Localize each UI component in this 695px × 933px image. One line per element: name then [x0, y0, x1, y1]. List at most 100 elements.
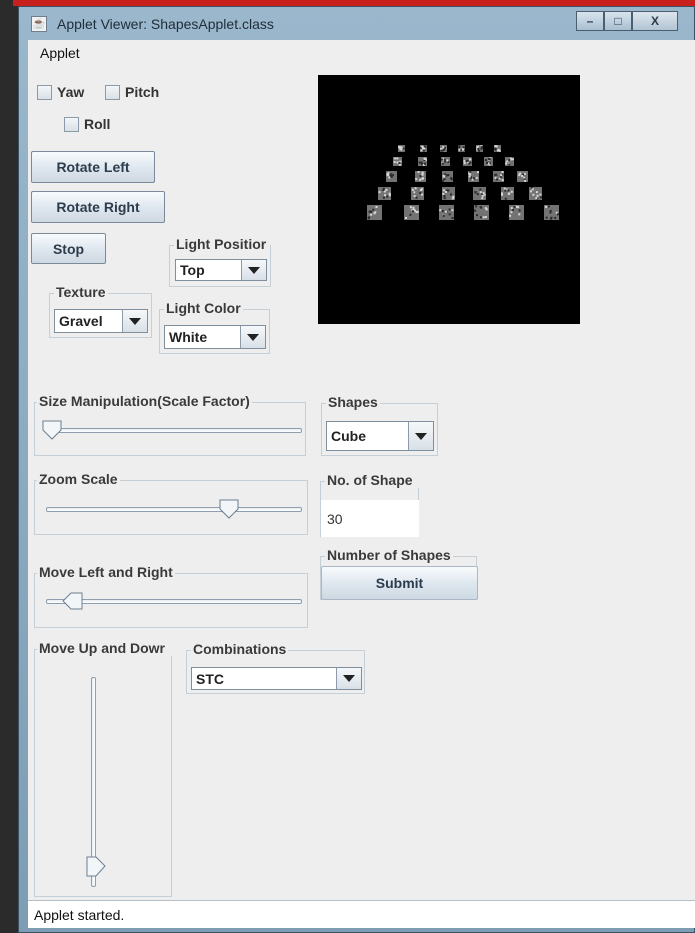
cube-texture-speck — [550, 217, 552, 220]
light-color-select[interactable]: White — [164, 325, 266, 349]
combinations-legend: Combinations — [191, 641, 289, 657]
menu-applet[interactable]: Applet — [40, 45, 80, 61]
pitch-checkbox-box[interactable] — [105, 84, 120, 100]
rotate-left-button[interactable]: Rotate Left — [31, 151, 155, 183]
cube-texture-speck — [548, 205, 550, 208]
shapes-select[interactable]: Cube — [326, 421, 434, 451]
cube-texture-speck — [390, 173, 393, 176]
cube-texture-speck — [398, 146, 401, 149]
size-slider-thumb[interactable] — [42, 420, 62, 440]
yaw-checkbox[interactable]: Yaw — [37, 84, 84, 100]
cube-texture-speck — [382, 189, 385, 191]
cube-texture-speck — [549, 211, 552, 214]
chevron-down-icon[interactable] — [122, 310, 147, 332]
yaw-label: Yaw — [57, 84, 85, 100]
cube-texture-speck — [468, 175, 471, 178]
status-text: Applet started. — [34, 907, 125, 923]
window-title: Applet Viewer: ShapesApplet.class — [57, 16, 274, 32]
cube-texture-speck — [474, 191, 477, 194]
cube-texture-speck — [441, 162, 444, 165]
shape-count-input[interactable]: 30 — [321, 500, 419, 537]
cube-texture-speck — [417, 171, 420, 173]
rotate-right-button[interactable]: Rotate Right — [31, 191, 165, 223]
cube-texture-speck — [532, 193, 535, 196]
maximize-button[interactable]: □ — [604, 11, 632, 31]
cube-texture-speck — [481, 197, 484, 200]
close-button[interactable]: X — [632, 11, 678, 31]
cube-texture-speck — [495, 145, 498, 148]
cube-texture-speck — [495, 173, 498, 176]
chevron-down-icon[interactable] — [408, 422, 433, 450]
zoom-slider-thumb[interactable] — [219, 499, 239, 519]
minimize-button[interactable]: – — [576, 11, 604, 31]
cube-texture-speck — [370, 213, 373, 216]
cube-texture-speck — [375, 206, 378, 208]
light-position-value: Top — [180, 262, 205, 278]
cube-grid — [367, 145, 559, 220]
cube-texture-speck — [461, 148, 464, 151]
roll-checkbox-box[interactable] — [64, 116, 79, 132]
move-left-right-track[interactable] — [46, 599, 302, 604]
cube-texture-speck — [508, 159, 511, 161]
cube-texture-speck — [393, 161, 396, 164]
cube-texture-speck — [413, 195, 416, 198]
cube-texture-speck — [501, 193, 503, 196]
cube-texture-speck — [443, 195, 446, 197]
cube-texture-speck — [378, 191, 381, 194]
cube-texture-speck — [504, 189, 507, 192]
cube-texture-speck — [423, 157, 426, 160]
cube-texture-speck — [421, 177, 424, 180]
cube-texture-speck — [488, 158, 490, 161]
cube-texture-speck — [388, 192, 391, 195]
cube-texture-speck — [462, 146, 465, 149]
cube-texture-speck — [441, 158, 443, 161]
size-slider-track[interactable] — [46, 428, 302, 433]
yaw-checkbox-box[interactable] — [37, 84, 52, 100]
cube-texture-speck — [518, 209, 521, 212]
cube-texture-speck — [475, 205, 478, 208]
cube-texture-speck — [400, 148, 403, 151]
cube-texture-speck — [556, 213, 559, 216]
cube-texture-speck — [444, 160, 447, 163]
cube-texture-speck — [499, 176, 502, 179]
cube-texture-speck — [536, 194, 539, 197]
cube-texture-speck — [500, 174, 503, 177]
chevron-down-icon[interactable] — [336, 668, 361, 689]
cube-texture-speck — [484, 207, 487, 210]
cube-texture-speck — [510, 157, 513, 160]
cube-texture-speck — [384, 194, 387, 197]
move-up-down-thumb[interactable] — [86, 856, 106, 878]
cube-texture-speck — [448, 213, 451, 216]
cube-texture-speck — [531, 188, 534, 191]
submit-button[interactable]: Submit — [321, 566, 478, 600]
texture-select[interactable]: Gravel — [54, 309, 148, 333]
cube-texture-speck — [419, 192, 422, 194]
title-bar[interactable]: ☕ Applet Viewer: ShapesApplet.class – □ … — [19, 7, 694, 40]
render-canvas[interactable] — [318, 75, 580, 324]
zoom-slider-track[interactable] — [46, 507, 302, 512]
cube-texture-speck — [448, 208, 451, 211]
cube-texture-speck — [479, 216, 482, 219]
stop-button[interactable]: Stop — [31, 233, 106, 264]
combinations-value: STC — [196, 670, 224, 687]
cube-texture-speck — [442, 179, 444, 182]
cube-texture-speck — [510, 211, 513, 214]
chevron-down-icon[interactable] — [240, 326, 265, 348]
cube-texture-speck — [504, 197, 507, 200]
menu-bar: Applet — [28, 40, 695, 65]
move-left-right-thumb[interactable] — [61, 591, 83, 611]
chevron-down-icon[interactable] — [241, 260, 266, 280]
cube-texture-speck — [444, 146, 447, 149]
cube-texture-speck — [494, 147, 497, 150]
texture-group: Texture Gravel — [49, 284, 152, 338]
pitch-checkbox[interactable]: Pitch — [105, 84, 159, 100]
light-position-select[interactable]: Top — [175, 259, 267, 281]
applet-window: ☕ Applet Viewer: ShapesApplet.class – □ … — [18, 6, 695, 933]
roll-checkbox[interactable]: Roll — [64, 116, 110, 132]
cube-texture-speck — [523, 176, 526, 179]
cube-texture-speck — [486, 161, 488, 164]
combinations-select[interactable]: STC — [191, 667, 362, 690]
cube-texture-speck — [469, 173, 472, 176]
cube-texture-speck — [480, 146, 483, 149]
move-up-down-legend: Move Up and Dowr — [37, 640, 173, 656]
